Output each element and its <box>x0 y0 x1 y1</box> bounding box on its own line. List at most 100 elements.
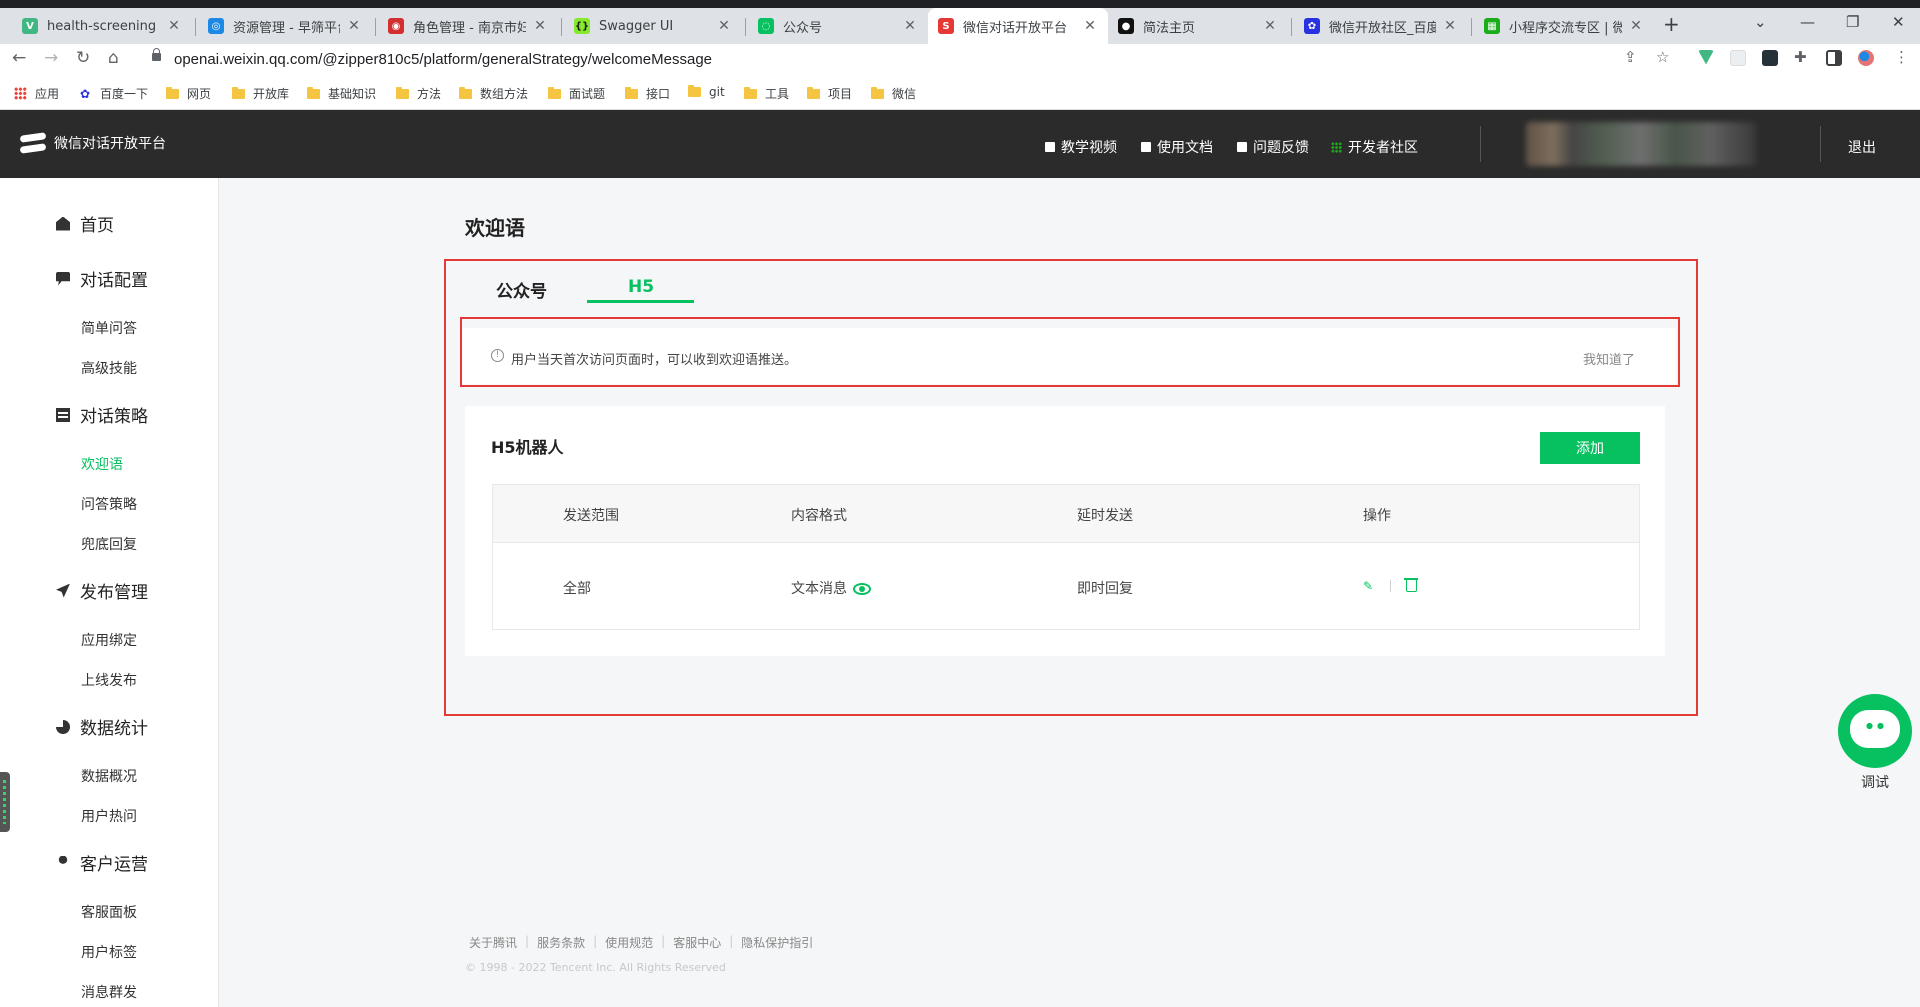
sidebar-item-fallback-reply[interactable]: 兜底回复 <box>81 534 137 554</box>
bookmark-folder[interactable]: 网页 <box>166 85 211 102</box>
bookmark-folder[interactable]: 基础知识 <box>307 85 376 102</box>
sidebar-item-user-tags[interactable]: 用户标签 <box>81 942 137 962</box>
footer-link-terms[interactable]: 服务条款 <box>537 934 585 951</box>
sidebar-item-broadcast[interactable]: 消息群发 <box>81 982 137 1002</box>
address-bar[interactable]: openai.weixin.qq.com/@zipper810c5/platfo… <box>174 51 712 68</box>
wechat-openai-favicon-icon: S <box>938 18 954 34</box>
browser-tab[interactable]: ◌ 公众号 ✕ <box>748 8 928 44</box>
restore-icon[interactable]: ❐ <box>1846 13 1859 31</box>
menu-kebab-icon[interactable]: ⋮ <box>1894 48 1909 66</box>
back-arrow-icon[interactable]: ← <box>12 48 26 68</box>
folder-icon <box>166 86 179 99</box>
browser-tab[interactable]: ✿ 微信开放社区_百度搜 ✕ <box>1294 8 1468 44</box>
nav-docs[interactable]: 使用文档 <box>1141 137 1213 157</box>
browser-tab[interactable]: V health-screening ✕ <box>12 8 192 44</box>
close-icon[interactable]: ✕ <box>902 18 918 34</box>
debug-robot-icon[interactable] <box>1838 694 1912 768</box>
profile-avatar-icon[interactable] <box>1858 50 1874 66</box>
browser-tab[interactable]: ◎ 资源管理 - 早筛平台 ✕ <box>198 8 372 44</box>
reload-icon[interactable]: ↻ <box>76 48 90 68</box>
browser-tab[interactable]: {} Swagger UI ✕ <box>564 8 742 44</box>
sidebar-item-service-panel[interactable]: 客服面板 <box>81 902 137 922</box>
copyright-text: © 1998 - 2022 Tencent Inc. All Rights Re… <box>465 961 726 974</box>
bookmark-folder[interactable]: 工具 <box>744 85 789 102</box>
bookmark-folder[interactable]: git <box>688 85 725 99</box>
sidebar-item-qa-strategy[interactable]: 问答策略 <box>81 494 137 514</box>
puzzle-extensions-icon[interactable]: ✚ <box>1794 48 1807 66</box>
share-icon[interactable]: ⇪ <box>1624 48 1637 66</box>
browser-tab[interactable]: ● 简法主页 ✕ <box>1108 8 1288 44</box>
sidebar-item-advanced-skills[interactable]: 高级技能 <box>81 358 137 378</box>
bookmark-folder[interactable]: 方法 <box>396 85 441 102</box>
sidebar-item-app-binding[interactable]: 应用绑定 <box>81 630 137 650</box>
footer-link-privacy[interactable]: 隐私保护指引 <box>741 934 813 951</box>
nav-feedback[interactable]: 问题反馈 <box>1237 137 1309 157</box>
bookmark-apps[interactable]: 应用 <box>14 85 59 102</box>
browser-tab-active[interactable]: S 微信对话开放平台 ✕ <box>928 8 1108 44</box>
side-panel-icon[interactable] <box>1826 50 1842 66</box>
lock-icon[interactable] <box>152 48 161 61</box>
home-icon[interactable]: ⌂ <box>108 48 119 68</box>
edge-panel-handle[interactable] <box>0 772 10 832</box>
close-icon[interactable]: ✕ <box>346 18 362 34</box>
close-icon[interactable]: ✕ <box>716 18 732 34</box>
bookmark-folder[interactable]: 接口 <box>625 85 670 102</box>
bookmark-folder[interactable]: 面试题 <box>548 85 605 102</box>
tab-divider <box>561 18 562 36</box>
platform-logo[interactable]: 微信对话开放平台 <box>19 132 166 154</box>
app-header: 微信对话开放平台 教学视频 使用文档 问题反馈 开发者社区 退出 <box>0 110 1920 178</box>
sidebar-group-statistics[interactable]: 数据统计 <box>56 714 148 739</box>
wechat-dialog-logo-icon <box>19 132 47 154</box>
sidebar-group-dialog-strategy[interactable]: 对话策略 <box>56 402 148 427</box>
sidebar-group-dialog-config[interactable]: 对话配置 <box>56 266 148 291</box>
bookmark-label: 微信 <box>892 87 917 101</box>
sidebar-item-hot-questions[interactable]: 用户热问 <box>81 806 137 826</box>
close-icon[interactable]: ✕ <box>166 18 182 34</box>
folder-icon <box>548 86 561 99</box>
footer-link-about[interactable]: 关于腾讯 <box>469 934 517 951</box>
minimize-icon[interactable]: — <box>1800 13 1815 31</box>
close-icon[interactable]: ✕ <box>1628 18 1644 34</box>
bookmark-baidu[interactable]: ✿ 百度一下 <box>78 85 148 102</box>
close-icon[interactable]: ✕ <box>1262 18 1278 34</box>
nav-dev-community[interactable]: 开发者社区 <box>1331 137 1418 157</box>
chat-icon <box>56 271 70 286</box>
sidebar-item-publish[interactable]: 上线发布 <box>81 670 137 690</box>
bookmark-folder[interactable]: 微信 <box>871 85 916 102</box>
sidebar-group-home[interactable]: 首页 <box>56 211 114 236</box>
window-close-icon[interactable]: ✕ <box>1892 13 1905 31</box>
bookmark-star-icon[interactable]: ☆ <box>1656 48 1669 66</box>
tab-divider <box>375 18 376 36</box>
sidebar-item-welcome-message[interactable]: 欢迎语 <box>81 454 123 474</box>
grid-dots-icon <box>1331 141 1342 153</box>
browser-tab[interactable]: ▦ 小程序交流专区 | 微信 ✕ <box>1474 8 1654 44</box>
close-icon[interactable]: ✕ <box>1442 18 1458 34</box>
vue-devtools-extension-icon[interactable] <box>1698 50 1714 65</box>
logout-button[interactable]: 退出 <box>1848 137 1876 157</box>
tab-search-chevron-icon[interactable]: ⌄ <box>1754 13 1767 31</box>
extension-placeholder-icon[interactable] <box>1730 50 1746 66</box>
footer-link-rules[interactable]: 使用规范 <box>605 934 653 951</box>
sidebar-group-release[interactable]: 发布管理 <box>56 578 148 603</box>
close-icon[interactable]: ✕ <box>532 18 548 34</box>
footer-link-service[interactable]: 客服中心 <box>673 934 721 951</box>
forward-arrow-icon[interactable]: → <box>44 48 58 68</box>
new-tab-plus-icon[interactable]: + <box>1663 12 1680 36</box>
qr-extension-icon[interactable] <box>1762 50 1778 66</box>
sidebar-group-customer-ops[interactable]: 客户运营 <box>56 850 148 875</box>
resource-favicon-icon: ◎ <box>208 18 224 34</box>
sidebar-item-simple-qa[interactable]: 简单问答 <box>81 318 137 338</box>
browser-tab-title: Swagger UI <box>599 18 674 34</box>
bookmark-folder[interactable]: 数组方法 <box>459 85 528 102</box>
debug-label[interactable]: 调试 <box>1861 772 1889 792</box>
page-title: 欢迎语 <box>465 216 525 240</box>
account-avatar-blurred[interactable] <box>1526 122 1756 166</box>
sidebar-item-data-overview[interactable]: 数据概况 <box>81 766 137 786</box>
browser-tab[interactable]: ◉ 角色管理 - 南京市妇幼 ✕ <box>378 8 558 44</box>
nav-tutorial-videos[interactable]: 教学视频 <box>1045 137 1117 157</box>
bookmark-label: 应用 <box>35 87 60 101</box>
browser-tab-title: 简法主页 <box>1143 20 1196 36</box>
bookmark-folder[interactable]: 项目 <box>807 85 852 102</box>
bookmark-folder[interactable]: 开放库 <box>232 85 289 102</box>
close-icon[interactable]: ✕ <box>1082 18 1098 34</box>
